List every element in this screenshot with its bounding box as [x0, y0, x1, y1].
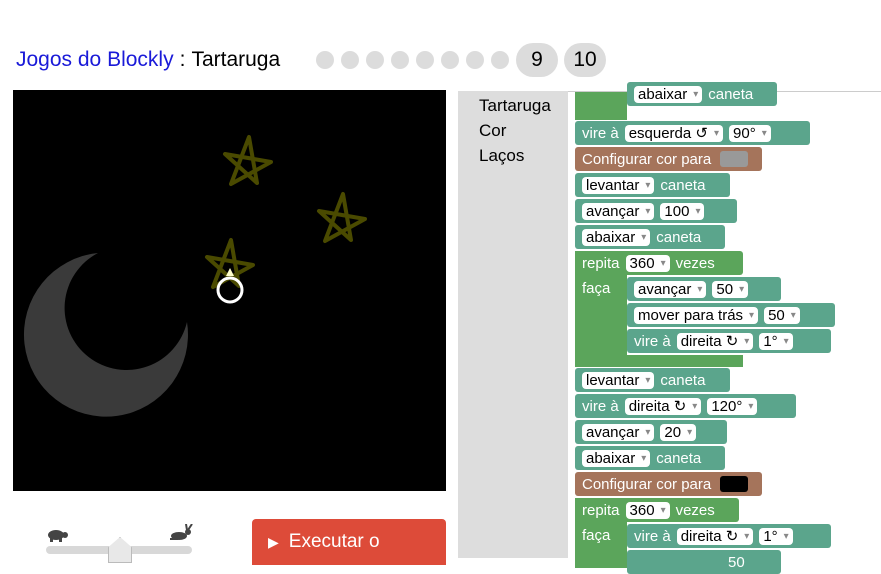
distance-dropdown[interactable]: 50 — [764, 306, 800, 324]
block-text: vezes — [675, 501, 715, 519]
level-dot[interactable] — [416, 51, 434, 69]
page-title: Tartaruga — [191, 48, 281, 71]
play-icon: ▶ — [268, 533, 279, 550]
block-field[interactable]: levantar — [582, 371, 655, 389]
block-text: caneta — [656, 228, 702, 246]
level-dot[interactable] — [441, 51, 459, 69]
level-9-button[interactable]: 9 — [516, 43, 558, 77]
direction-dropdown[interactable]: direita ↻ — [624, 397, 702, 415]
block-field[interactable]: avançar — [582, 202, 655, 220]
block-text: caneta — [660, 371, 706, 389]
block-field[interactable]: levantar — [582, 176, 655, 194]
level-dot[interactable] — [466, 51, 484, 69]
toolbox: Tartaruga Cor Laços — [458, 91, 568, 558]
block-turn-right[interactable]: vire à direita ↻ 1° — [627, 524, 831, 548]
block-turn-right[interactable]: vire à direita ↻ 1° — [627, 329, 831, 353]
block-repeat[interactable]: repita 360 vezes — [575, 498, 739, 522]
block-field[interactable]: mover para trás — [634, 306, 759, 324]
block-field[interactable]: abaixar — [634, 85, 703, 103]
block-pen-up[interactable]: levantar caneta — [575, 173, 730, 197]
loop-frame — [575, 355, 743, 367]
turtle-heading — [226, 268, 234, 276]
direction-dropdown[interactable]: esquerda ↺ — [624, 124, 724, 142]
direction-dropdown[interactable]: direita ↻ — [676, 332, 754, 350]
toolbox-category-color[interactable]: Cor — [479, 121, 506, 141]
block-text: vire à — [634, 527, 671, 545]
toolbox-category-turtle[interactable]: Tartaruga — [479, 96, 551, 116]
distance-dropdown[interactable]: 100 — [660, 202, 705, 220]
star-shape — [205, 238, 255, 289]
block-move-forward[interactable]: avançar 20 — [575, 420, 727, 444]
run-button-label: Executar o — [288, 531, 380, 552]
block-text: vire à — [582, 124, 619, 142]
level-selector: 9 10 — [316, 43, 612, 77]
repeat-count-dropdown[interactable]: 360 — [625, 254, 670, 272]
block-field[interactable]: avançar — [582, 423, 655, 441]
block-turn-left[interactable]: vire à esquerda ↺ 90° — [575, 121, 810, 145]
block-text: vire à — [582, 397, 619, 415]
do-label: faça — [575, 276, 627, 300]
direction-dropdown[interactable]: direita ↻ — [676, 527, 754, 545]
star-shape — [223, 135, 273, 186]
block-text: vezes — [675, 254, 715, 272]
angle-dropdown[interactable]: 1° — [759, 527, 793, 545]
level-dot[interactable] — [391, 51, 409, 69]
block-text: caneta — [708, 85, 754, 103]
do-label: faça — [575, 523, 627, 547]
block-pen-down[interactable]: abaixar caneta — [627, 82, 777, 106]
block-field[interactable]: abaixar — [582, 449, 651, 467]
turtle-canvas — [13, 90, 446, 491]
block-turn-right[interactable]: vire à direita ↻ 120° — [575, 394, 796, 418]
loop-frame — [575, 92, 627, 120]
blockly-games-link[interactable]: Jogos do Blockly — [16, 48, 174, 72]
block-field[interactable]: avançar — [634, 280, 707, 298]
angle-dropdown[interactable]: 90° — [729, 124, 771, 142]
block-text: Configurar cor para — [582, 150, 712, 168]
block-text: faça — [582, 526, 611, 544]
block-move-forward[interactable]: 50 — [627, 550, 781, 574]
fast-rabbit-icon — [168, 523, 194, 547]
level-dot[interactable] — [341, 51, 359, 69]
angle-dropdown[interactable]: 120° — [707, 397, 758, 415]
color-swatch[interactable] — [720, 151, 749, 167]
level-dot[interactable] — [316, 51, 334, 69]
speed-slider-handle[interactable] — [108, 537, 132, 563]
block-pen-up[interactable]: levantar caneta — [575, 368, 730, 392]
block-text: Configurar cor para — [582, 475, 712, 493]
star-shape — [317, 192, 367, 243]
block-text: vire à — [634, 332, 671, 350]
block-repeat[interactable]: repita 360 vezes — [575, 251, 743, 275]
app-header: Jogos do Blockly : Tartaruga — [16, 44, 280, 76]
block-set-color[interactable]: Configurar cor para — [575, 147, 762, 171]
color-swatch[interactable] — [720, 476, 749, 492]
block-text: caneta — [660, 176, 706, 194]
level-dot[interactable] — [366, 51, 384, 69]
block-move-forward[interactable]: avançar 100 — [575, 199, 737, 223]
distance-dropdown[interactable]: 50 — [712, 280, 749, 298]
level-10-button[interactable]: 10 — [564, 43, 606, 77]
block-pen-down[interactable]: abaixar caneta — [575, 446, 725, 470]
drawing — [23, 135, 367, 417]
moon-crescent — [23, 253, 188, 417]
block-set-color[interactable]: Configurar cor para — [575, 472, 762, 496]
angle-dropdown[interactable]: 1° — [759, 332, 793, 350]
block-workspace[interactable]: abaixar caneta vire à esquerda ↺ 90° Config… — [568, 82, 881, 574]
block-text: faça — [582, 279, 611, 297]
block-text: repita — [582, 501, 620, 519]
block-text: repita — [582, 254, 620, 272]
distance-dropdown[interactable]: 20 — [660, 423, 697, 441]
level-dot[interactable] — [491, 51, 509, 69]
repeat-count-dropdown[interactable]: 360 — [625, 501, 670, 519]
block-move-backward[interactable]: mover para trás 50 — [627, 303, 835, 327]
block-field[interactable]: abaixar — [582, 228, 651, 246]
turtle-cursor — [216, 276, 244, 304]
title-separator: : — [179, 48, 186, 71]
toolbox-category-loops[interactable]: Laços — [479, 146, 524, 166]
block-text: 50 — [728, 553, 745, 571]
slow-turtle-icon — [45, 528, 69, 547]
block-text: caneta — [656, 449, 702, 467]
block-move-forward[interactable]: avançar 50 — [627, 277, 781, 301]
run-program-button[interactable]: ▶ Executar o — [252, 519, 446, 565]
block-pen-down[interactable]: abaixar caneta — [575, 225, 725, 249]
